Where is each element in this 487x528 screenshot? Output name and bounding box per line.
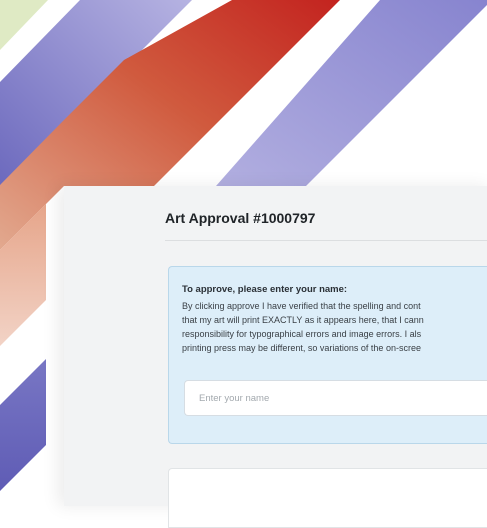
disclaimer-line: printing press may be different, so vari…	[182, 343, 421, 353]
title-divider	[165, 240, 487, 241]
approval-heading: To approve, please enter your name:	[182, 284, 348, 295]
art-approval-panel: Art Approval #1000797 To approve, please…	[64, 186, 487, 528]
page-title: Art Approval #1000797	[165, 210, 316, 226]
lower-card	[168, 468, 487, 528]
disclaimer-line: By clicking approve I have verified that…	[182, 301, 421, 311]
name-input[interactable]	[184, 380, 487, 416]
purple-stripe-bottom-left	[0, 359, 46, 491]
disclaimer-line: that my art will print EXACTLY as it app…	[182, 315, 424, 325]
disclaimer-line: responsibility for typographical errors …	[182, 329, 422, 339]
approval-disclaimer: By clicking approve I have verified that…	[182, 299, 487, 355]
approval-box: To approve, please enter your name: By c…	[168, 266, 487, 444]
